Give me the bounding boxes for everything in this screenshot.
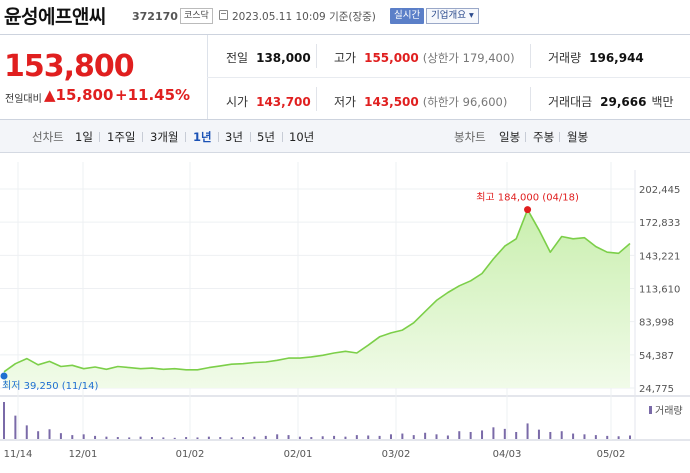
volume-bar — [207, 436, 210, 439]
min-marker — [0, 372, 8, 380]
volume-legend-swatch — [649, 406, 652, 414]
volume-bar — [287, 435, 290, 439]
y-tick-label: 172,833 — [639, 218, 680, 229]
volume-bar — [196, 437, 199, 439]
price-chart: 202,445 172,833 143,221 113,610 83,998 54,387… — [0, 162, 690, 460]
volume-bar — [503, 428, 506, 439]
volume-bar — [537, 429, 540, 439]
volume-bar — [333, 435, 336, 439]
volume-bar — [14, 415, 17, 439]
volume-bar — [401, 433, 404, 439]
volume-bar — [94, 435, 97, 439]
volume-bar — [321, 436, 324, 439]
y-tick-label: 83,998 — [639, 318, 674, 329]
volume-bar — [469, 431, 472, 439]
volume-bar — [492, 427, 495, 439]
x-tick-label: 12/01 — [69, 449, 98, 460]
volume-bar — [629, 435, 631, 439]
volume-bar — [583, 434, 586, 439]
volume-bar — [526, 423, 529, 439]
x-tick-label: 11/14 — [4, 449, 33, 460]
volume-bar — [173, 437, 176, 439]
volume-bar — [162, 437, 165, 439]
y-tick-label: 54,387 — [639, 351, 674, 362]
volume-bar — [139, 436, 142, 439]
volume-bar — [458, 431, 461, 439]
volume-bar — [560, 431, 563, 439]
x-tick-label: 05/02 — [597, 449, 626, 460]
volume-bar — [253, 436, 256, 439]
x-tick-label: 04/03 — [493, 449, 522, 460]
x-tick-label: 02/01 — [284, 449, 313, 460]
volume-bar — [389, 434, 392, 439]
volume-bar — [367, 435, 370, 439]
volume-bar — [378, 435, 381, 439]
volume-bar — [344, 436, 347, 439]
volume-bar — [59, 433, 62, 439]
volume-bar — [515, 431, 518, 439]
volume-bar — [446, 435, 449, 439]
max-marker — [524, 206, 532, 214]
volume-bar — [572, 433, 575, 439]
y-tick-label: 24,775 — [639, 384, 674, 395]
max-annotation: 최고 184,000 (04/18) — [476, 192, 579, 204]
volume-bar — [219, 437, 222, 439]
x-tick-label: 03/02 — [382, 449, 411, 460]
x-tick-label: 01/02 — [176, 449, 205, 460]
volume-bar — [37, 431, 40, 439]
y-tick-label: 113,610 — [639, 285, 680, 296]
volume-bar — [549, 431, 552, 439]
volume-legend-label: 거래량 — [655, 405, 683, 417]
volume-bar — [82, 434, 85, 439]
volume-bar — [150, 437, 153, 439]
volume-bar — [424, 432, 427, 439]
volume-bar — [594, 435, 597, 439]
volume-bar — [242, 437, 245, 439]
volume-bar — [264, 435, 267, 439]
volume-bar — [298, 436, 301, 439]
y-tick-label: 202,445 — [639, 185, 680, 196]
volume-bar — [606, 435, 609, 439]
volume-bar — [355, 435, 358, 439]
volume-bar — [310, 437, 313, 439]
volume-bar — [435, 434, 438, 439]
volume-bar — [48, 429, 51, 439]
volume-bar — [3, 402, 5, 439]
y-tick-label: 143,221 — [639, 251, 680, 262]
volume-bar — [230, 437, 233, 439]
volume-bar — [25, 425, 28, 439]
volume-bar — [128, 437, 131, 439]
min-annotation: 최저 39,250 (11/14) — [2, 380, 98, 392]
volume-bar — [617, 436, 620, 439]
volume-bar — [105, 436, 108, 439]
volume-bar — [71, 435, 74, 439]
volume-bar — [185, 437, 188, 439]
volume-bar — [412, 435, 415, 439]
volume-bar — [481, 430, 484, 439]
price-area — [4, 209, 630, 388]
volume-bar — [116, 437, 119, 439]
volume-bar — [276, 434, 279, 439]
